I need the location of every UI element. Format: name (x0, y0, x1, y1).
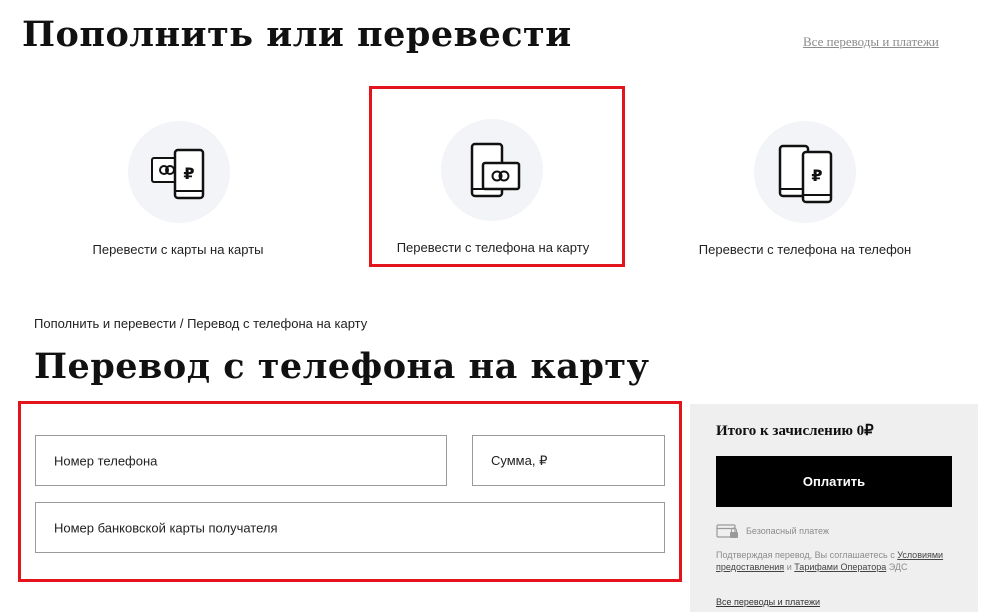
terms-text: Подтверждая перевод, Вы соглашаетесь с У… (716, 549, 956, 573)
terms-tariffs-link[interactable]: Тарифами Оператора (794, 562, 886, 572)
secure-payment: Безопасный платеж (716, 523, 976, 539)
pay-button[interactable]: Оплатить (716, 456, 952, 507)
svg-text:₽: ₽ (183, 164, 194, 183)
terms-prefix: Подтверждая перевод, Вы соглашаетесь с (716, 550, 895, 560)
breadcrumb[interactable]: Пополнить и перевести / Перевод с телефо… (34, 316, 367, 331)
secure-card-lock-icon (716, 524, 738, 538)
total-label: Итого к зачислению 0₽ (716, 423, 874, 439)
amount-field-placeholder: Сумма, ₽ (491, 452, 548, 468)
option-label: Перевести с карты на карты (92, 242, 264, 257)
option-phone-to-phone[interactable]: ₽ Перевести с телефона на телефон (695, 118, 915, 268)
form-highlight-frame (18, 401, 682, 582)
option-icon-circle (441, 119, 543, 221)
page-title: Пополнить или перевести (22, 14, 572, 55)
option-phone-to-card[interactable]: Перевести с телефона на карту (390, 118, 596, 263)
phone-field[interactable]: Номер телефона (35, 435, 447, 486)
option-label: Перевести с телефона на телефон (698, 242, 912, 257)
terms-and: и (784, 562, 795, 572)
form-title: Перевод с телефона на карту (34, 346, 650, 387)
option-card-to-card[interactable]: ₽ Перевести с карты на карты (78, 118, 278, 268)
bottom-all-transfers-link[interactable]: Все переводы и платежи (716, 597, 820, 607)
option-label: Перевести с телефона на карту (396, 240, 590, 255)
svg-text:₽: ₽ (811, 166, 822, 185)
card-number-placeholder: Номер банковской карты получателя (54, 520, 278, 535)
terms-suffix: ЭДС (888, 562, 908, 572)
card-to-phone-icon: ₽ (151, 148, 205, 200)
phone-field-placeholder: Номер телефона (54, 453, 158, 468)
all-transfers-link[interactable]: Все переводы и платежи (803, 34, 939, 50)
option-icon-circle: ₽ (128, 121, 230, 223)
phone-to-phone-icon: ₽ (778, 144, 833, 204)
summary-panel: Итого к зачислению 0₽ Оплатить Безопасны… (690, 404, 978, 612)
card-number-field[interactable]: Номер банковской карты получателя (35, 502, 665, 553)
phone-to-card-icon (470, 142, 521, 198)
option-icon-circle: ₽ (754, 121, 856, 223)
amount-field[interactable]: Сумма, ₽ (472, 435, 665, 486)
secure-payment-label: Безопасный платеж (746, 526, 829, 536)
